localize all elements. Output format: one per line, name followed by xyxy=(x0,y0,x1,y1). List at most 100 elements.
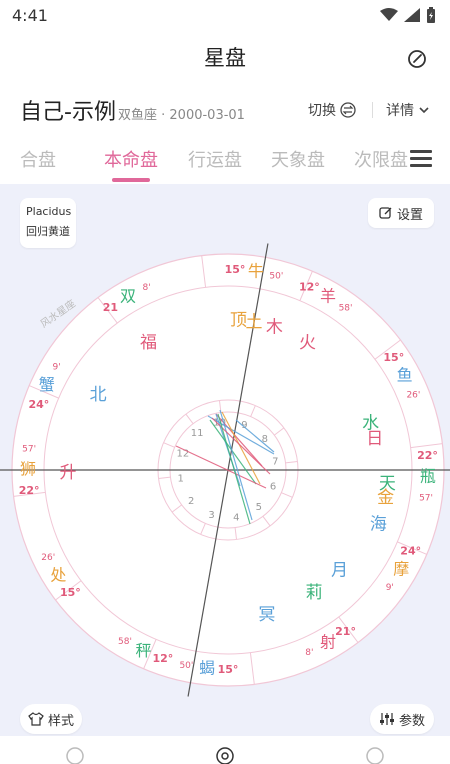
profile-name: 自己-示例 xyxy=(20,100,116,125)
planet-4: 福 xyxy=(140,333,157,353)
sign-glyph-11: 羊 xyxy=(320,286,336,305)
style-label: 样式 xyxy=(47,713,74,729)
sign-minute-6: 50' xyxy=(179,661,193,671)
sign-glyph-10: 鱼 xyxy=(397,366,413,385)
menu-icon[interactable] xyxy=(410,150,432,171)
sign-glyph-8: 摩 xyxy=(393,560,409,579)
active-tab-indicator xyxy=(112,178,150,182)
sign-degree-10: 15° xyxy=(383,351,404,364)
sign-degree-9: 22° xyxy=(417,449,438,462)
sign-minute-1: 8' xyxy=(143,283,151,293)
sign-degree-1: 21 xyxy=(103,301,118,314)
sign-degree-7: 21° xyxy=(335,625,356,638)
house-system-badge[interactable]: Placidus 回归黄道 xyxy=(20,198,76,248)
params-label: 参数 xyxy=(398,713,425,729)
sign-minute-5: 58' xyxy=(118,637,132,647)
chart-area: 牛 15° 50' 双 21 8' 蟹 24° 9' 狮 22° 57' 处 15° 26' 秤 12° 58' 蝎… xyxy=(0,184,450,736)
sign-minute-3: 57' xyxy=(22,445,36,455)
sign-minute-11: 58' xyxy=(339,304,353,314)
house-number-6: 6 xyxy=(270,481,276,492)
shirt-icon xyxy=(28,712,44,726)
profile-icon[interactable] xyxy=(364,744,386,764)
planet-6: 升 xyxy=(60,463,77,483)
edit-icon[interactable] xyxy=(406,48,428,70)
top-bar: 星盘 xyxy=(0,36,450,80)
sign-degree-8: 24° xyxy=(400,544,421,557)
planet-8: 日 xyxy=(366,429,383,449)
switch-label: 切换 xyxy=(308,103,336,119)
sign-minute-0: 50' xyxy=(269,271,283,281)
tab-natal[interactable]: 本命盘 xyxy=(104,146,158,172)
sign-minute-9: 57' xyxy=(419,493,433,503)
zodiac-type: 回归黄道 xyxy=(26,225,70,238)
sign-degree-11: 12° xyxy=(299,280,320,293)
chart-icon[interactable] xyxy=(214,744,236,764)
bottom-navigation xyxy=(0,736,450,764)
sign-degree-6: 15° xyxy=(218,663,239,676)
sign-glyph-9: 瓶 xyxy=(420,466,436,485)
sign-glyph-1: 双 xyxy=(120,286,136,305)
natal-chart-wheel[interactable]: 牛15°50'双218'蟹24°9'狮22°57'处15°26'秤 12°58'蝎… xyxy=(0,184,450,736)
house-number-3: 3 xyxy=(208,510,214,521)
profile-row: 自己-示例 双鱼座 · 2000-03-01 切换 详情 xyxy=(0,90,450,130)
switch-button[interactable]: 切换 xyxy=(308,100,356,120)
sign-minute-7: 8' xyxy=(305,648,313,658)
tab-transit[interactable]: 行运盘 xyxy=(188,146,242,172)
sign-degree-5: 12° xyxy=(152,652,173,665)
page-title: 星盘 xyxy=(204,46,246,70)
sign-minute-2: 9' xyxy=(52,362,60,372)
sign-glyph-4: 处 xyxy=(50,565,66,584)
sign-glyph-7: 射 xyxy=(320,633,336,652)
edit-icon xyxy=(379,207,392,219)
tab-progression[interactable]: 次限盘 xyxy=(354,146,408,172)
sign-minute-4: 26' xyxy=(41,553,55,563)
signal-icon xyxy=(404,8,420,22)
sliders-icon xyxy=(379,713,394,725)
tab-synastry[interactable]: 合盘 xyxy=(20,146,56,172)
sign-degree-0: 15° xyxy=(225,263,246,276)
tab-sky[interactable]: 天象盘 xyxy=(271,146,325,172)
detail-label: 详情 xyxy=(386,103,414,119)
chart-type-tabs: 合盘 本命盘 行运盘 天象盘 次限盘 xyxy=(0,140,450,184)
sign-degree-3: 22° xyxy=(19,484,40,497)
style-button[interactable]: 样式 xyxy=(20,704,82,734)
sign-glyph-6: 蝎 xyxy=(199,658,215,677)
params-button[interactable]: 参数 xyxy=(370,704,434,734)
house-number-5: 5 xyxy=(256,502,262,513)
swap-icon xyxy=(340,102,356,118)
sign-glyph-3: 狮 xyxy=(20,460,36,479)
detail-button[interactable]: 详情 xyxy=(386,100,430,120)
planet-2: 木 xyxy=(266,317,283,337)
planet-1: 土 xyxy=(246,312,263,332)
clock: 4:41 xyxy=(12,6,48,25)
house-number-7: 7 xyxy=(272,457,278,468)
wifi-icon xyxy=(380,8,398,21)
sign-minute-10: 26' xyxy=(406,391,420,401)
house-number-2: 2 xyxy=(188,496,194,507)
house-number-4: 4 xyxy=(233,512,239,523)
house-number-1: 1 xyxy=(178,473,184,484)
battery-icon xyxy=(427,7,435,23)
planet-13: 莉 xyxy=(306,583,323,603)
settings-button[interactable]: 设置 xyxy=(368,198,434,228)
planet-14: 冥 xyxy=(258,605,275,625)
house-number-12: 12 xyxy=(177,449,190,460)
planet-icon[interactable] xyxy=(64,744,86,764)
planet-11: 海 xyxy=(370,515,387,535)
planet-3: 火 xyxy=(299,333,316,353)
profile-sign-date: 双鱼座 · 2000-03-01 xyxy=(118,108,245,123)
house-number-11: 11 xyxy=(191,428,204,439)
house-system: Placidus xyxy=(26,205,72,218)
settings-label: 设置 xyxy=(396,207,423,223)
sign-degree-2: 24° xyxy=(28,398,49,411)
chevron-down-icon xyxy=(419,107,429,114)
sign-glyph-2: 蟹 xyxy=(39,375,55,394)
sign-minute-8: 9' xyxy=(386,583,394,593)
planet-10: 金 xyxy=(377,488,394,508)
planet-0: 顶 xyxy=(230,310,247,330)
sign-degree-4: 15° xyxy=(60,586,81,599)
planet-5: 北 xyxy=(90,385,107,405)
status-bar: 4:41 xyxy=(0,0,450,32)
planet-12: 月 xyxy=(331,560,348,580)
sign-glyph-0: 牛 xyxy=(248,261,264,280)
